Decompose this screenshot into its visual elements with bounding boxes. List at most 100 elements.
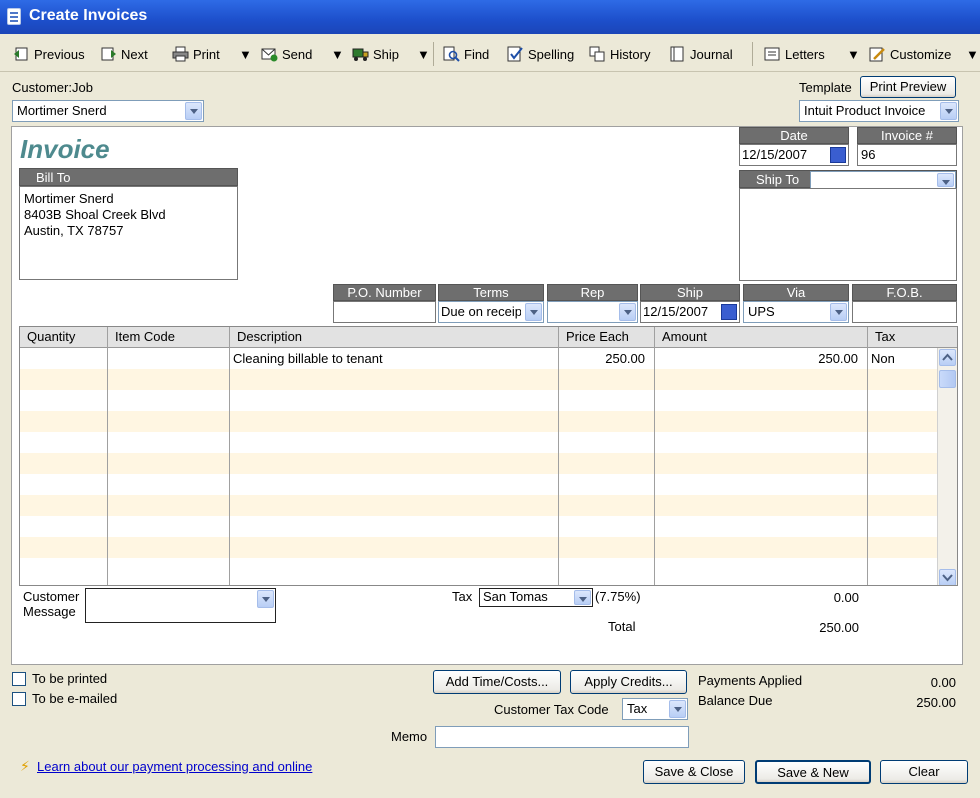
to-be-emailed-checkbox[interactable] <box>12 692 26 706</box>
template-combo[interactable]: Intuit Product Invoice <box>799 100 959 122</box>
po-number-field[interactable] <box>333 301 436 323</box>
calendar-icon[interactable] <box>830 147 846 163</box>
clear-button[interactable]: Clear <box>880 760 968 784</box>
balance-due-value: 250.00 <box>916 695 956 710</box>
next-label: Next <box>121 46 148 62</box>
send-dropdown-icon[interactable]: ▼ <box>331 43 344 65</box>
column-header-amount[interactable]: Amount <box>655 327 867 348</box>
column-header-item-code[interactable]: Item Code <box>108 327 229 348</box>
chevron-down-icon[interactable] <box>937 173 954 187</box>
rep-combo[interactable] <box>547 301 638 323</box>
customize-label: Customize <box>890 46 952 62</box>
calendar-icon[interactable] <box>721 304 737 320</box>
row-description[interactable]: Cleaning billable to tenant <box>233 351 383 366</box>
chevron-down-icon[interactable] <box>257 590 274 608</box>
customer-job-label: Customer:Job <box>12 80 93 95</box>
tax-item-value: San Tomas <box>483 589 548 604</box>
next-button[interactable]: Next <box>100 43 148 65</box>
row-stripe <box>20 411 938 432</box>
payments-applied-value: 0.00 <box>930 675 956 690</box>
date-field[interactable]: 12/15/2007 <box>739 144 849 166</box>
journal-button[interactable]: Journal <box>669 43 733 65</box>
letters-dropdown-icon[interactable]: ▼ <box>847 43 860 65</box>
print-dropdown-icon[interactable]: ▼ <box>239 43 252 65</box>
to-be-printed-checkbox[interactable] <box>12 672 26 686</box>
ship-to-box[interactable] <box>739 188 957 281</box>
customize-button[interactable]: Customize <box>869 43 951 65</box>
learn-payment-processing-link[interactable]: Learn about our payment processing and o… <box>37 759 312 774</box>
column-header-tax[interactable]: Tax <box>868 327 957 348</box>
scroll-down-icon[interactable] <box>939 569 956 585</box>
add-time-costs-button[interactable]: Add Time/Costs... <box>433 670 561 694</box>
memo-input[interactable] <box>435 726 689 748</box>
customer-job-value: Mortimer Snerd <box>17 103 107 118</box>
po-number-header: P.O. Number <box>333 284 436 301</box>
ship-dropdown-icon[interactable]: ▼ <box>417 43 430 65</box>
customer-tax-code-value: Tax <box>627 701 648 716</box>
ship-button[interactable]: Ship <box>352 43 399 65</box>
row-stripe <box>20 495 938 516</box>
grid-scrollbar[interactable] <box>937 348 957 585</box>
terms-value: Due on receipt <box>441 304 521 319</box>
previous-button[interactable]: Previous <box>13 43 85 65</box>
via-value: UPS <box>748 304 775 319</box>
truck-icon <box>352 46 369 62</box>
chevron-down-icon[interactable] <box>830 303 847 321</box>
customize-dropdown-icon[interactable]: ▼ <box>966 43 979 65</box>
ship-date-field[interactable]: 12/15/2007 <box>640 301 740 323</box>
terms-header: Terms <box>438 284 544 301</box>
letters-button[interactable]: Letters <box>764 43 825 65</box>
print-button[interactable]: Print <box>172 43 220 65</box>
scroll-up-icon[interactable] <box>939 349 956 366</box>
row-stripe <box>20 537 938 558</box>
customer-tax-code-combo[interactable]: Tax <box>622 698 688 720</box>
total-label: Total <box>608 619 636 634</box>
ship-to-combo[interactable] <box>810 171 956 189</box>
bill-to-box[interactable]: Mortimer Snerd 8403B Shoal Creek Blvd Au… <box>19 186 238 280</box>
save-new-button[interactable]: Save & New <box>755 760 871 784</box>
via-header: Via <box>743 284 849 301</box>
customer-job-combo[interactable]: Mortimer Snerd <box>12 100 204 122</box>
invoice-number-field[interactable]: 96 <box>857 144 957 166</box>
ship-label: Ship <box>373 46 400 62</box>
scrollbar-thumb[interactable] <box>939 370 956 388</box>
column-header-description[interactable]: Description <box>230 327 558 348</box>
template-label: Template <box>799 80 852 95</box>
column-divider <box>107 327 108 585</box>
send-button[interactable]: Send <box>261 43 312 65</box>
customer-message-label: Customer Message <box>23 589 79 619</box>
via-combo[interactable]: UPS <box>743 301 849 323</box>
spelling-button[interactable]: Spelling <box>507 43 574 65</box>
chevron-down-icon[interactable] <box>619 303 636 321</box>
print-preview-button[interactable]: Print Preview <box>860 76 956 98</box>
save-close-button[interactable]: Save & Close <box>643 760 745 784</box>
tax-item-combo[interactable]: San Tomas <box>479 588 593 607</box>
ship-date-header: Ship <box>640 284 740 301</box>
bill-to-line: 8403B Shoal Creek Blvd <box>24 207 166 222</box>
customize-icon <box>869 46 886 62</box>
invoice-title: Invoice <box>20 134 110 164</box>
chevron-down-icon[interactable] <box>669 700 686 718</box>
column-header-price-each[interactable]: Price Each <box>559 327 654 348</box>
row-price-each[interactable]: 250.00 <box>605 351 645 366</box>
fob-field[interactable] <box>852 301 957 323</box>
apply-credits-button[interactable]: Apply Credits... <box>570 670 687 694</box>
tax-rate: (7.75%) <box>595 589 641 604</box>
row-tax[interactable]: Non <box>871 351 895 366</box>
row-amount[interactable]: 250.00 <box>818 351 858 366</box>
history-button[interactable]: History <box>589 43 650 65</box>
column-header-quantity[interactable]: Quantity <box>20 327 107 348</box>
customer-message-combo[interactable] <box>85 588 276 623</box>
terms-combo[interactable]: Due on receipt <box>438 301 544 323</box>
find-button[interactable]: Find <box>443 43 489 65</box>
next-icon <box>100 46 117 62</box>
journal-label: Journal <box>690 46 733 62</box>
invoice-number-header: Invoice # <box>857 127 957 144</box>
print-label: Print <box>193 46 220 62</box>
chevron-down-icon[interactable] <box>185 102 202 120</box>
date-header: Date <box>739 127 849 144</box>
chevron-down-icon[interactable] <box>525 303 542 321</box>
chevron-down-icon[interactable] <box>574 590 591 605</box>
title-bar: Create Invoices <box>0 0 980 34</box>
chevron-down-icon[interactable] <box>940 102 957 120</box>
